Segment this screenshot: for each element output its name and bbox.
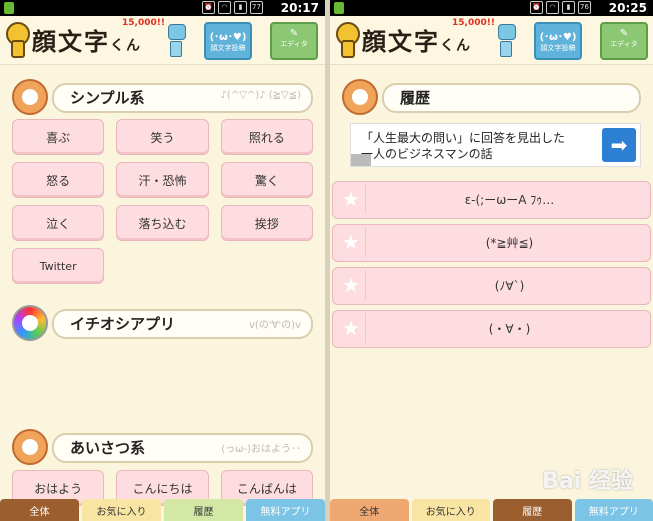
smile-icon	[12, 79, 48, 115]
signal-icon: ▮	[562, 1, 575, 14]
star-icon[interactable]: ★	[337, 184, 366, 214]
history-row[interactable]: ★ (*≧艸≦)	[332, 224, 651, 262]
left-screen: ⏰ ◠ ▮ 77 20:17 顔文字くん 15,000!! (･ω･♥) 顔文字投…	[0, 0, 325, 521]
category-button[interactable]: 泣く	[12, 205, 105, 241]
rainbow-icon	[12, 305, 48, 341]
app-notification-icon	[334, 2, 344, 14]
tab-favorites[interactable]: お気に入り	[411, 499, 490, 521]
section-recommended-apps: イチオシアプリ v(の'∀'の)v	[12, 303, 313, 343]
kaomoji-post-button[interactable]: (･ω･♥) 顔文字投稿	[534, 22, 582, 60]
arrow-right-icon[interactable]: ➡	[602, 128, 636, 162]
main-content: 履歴 「人生最大の問い」に回答を見出した 一人のビジネスマンの話 ➡ ★ ε-(…	[330, 65, 653, 521]
editor-button[interactable]: ✎ エディタ	[600, 22, 648, 60]
clock: 20:17	[280, 1, 319, 15]
star-icon[interactable]: ★	[337, 227, 366, 257]
section-history: 履歴	[342, 77, 641, 117]
robot-icon	[498, 24, 516, 57]
kaomoji-post-button[interactable]: (･ω･♥) 顔文字投稿	[204, 22, 252, 60]
status-icons: ⏰ ◠ ▮ 77	[202, 1, 263, 14]
tab-free-apps[interactable]: 無料アプリ	[574, 499, 653, 521]
tab-all[interactable]: 全体	[0, 499, 79, 521]
robot-icon	[168, 24, 186, 57]
section-greetings: あいさつ系 (っω-)おはよう･･	[12, 427, 313, 467]
category-button[interactable]: 怒る	[12, 162, 105, 198]
main-content: シンプル系 ♪(^▽^)♪ (≧▽≦) 喜ぶ 笑う 照れる 怒る 汗・恐怖 驚く…	[0, 65, 325, 521]
mascot-icon	[6, 22, 30, 58]
history-row[interactable]: ★ (・∀・)	[332, 310, 651, 348]
app-header: 顔文字くん 15,000!! (･ω･♥) 顔文字投稿 ✎ エディタ	[0, 16, 325, 65]
ad-banner[interactable]: 「人生最大の問い」に回答を見出した 一人のビジネスマンの話 ➡	[350, 123, 641, 167]
tab-favorites[interactable]: お気に入り	[82, 499, 161, 521]
category-button[interactable]: 笑う	[116, 119, 209, 155]
count-badge: 15,000!!	[122, 18, 165, 28]
category-button[interactable]: 落ち込む	[116, 205, 209, 241]
signal-icon: ▮	[234, 1, 247, 14]
history-row[interactable]: ★ (ﾉ∀`)	[332, 267, 651, 305]
simple-button-grid: 喜ぶ 笑う 照れる 怒る 汗・恐怖 驚く 泣く 落ち込む 挨拶 Twitter	[12, 119, 313, 284]
status-bar: ⏰ ◠ ▮ 76 20:25	[330, 0, 653, 16]
mascot-icon	[336, 22, 360, 58]
category-button[interactable]: 照れる	[220, 119, 313, 155]
status-bar: ⏰ ◠ ▮ 77 20:17	[0, 0, 325, 16]
section-simple: シンプル系 ♪(^▽^)♪ (≧▽≦)	[12, 77, 313, 117]
star-icon[interactable]: ★	[337, 270, 366, 300]
wifi-icon: ◠	[546, 1, 559, 14]
app-header: 顔文字くん 15,000!! (･ω･♥) 顔文字投稿 ✎ エディタ	[330, 16, 653, 65]
smile-icon	[12, 429, 48, 465]
alarm-icon: ⏰	[202, 1, 215, 14]
category-button[interactable]: 汗・恐怖	[116, 162, 209, 198]
bottom-tab-bar: 全体 お気に入り 履歴 無料アプリ	[0, 499, 325, 521]
editor-button[interactable]: ✎ エディタ	[270, 22, 318, 60]
alarm-icon: ⏰	[530, 1, 543, 14]
bottom-tab-bar: 全体 お気に入り 履歴 無料アプリ	[330, 499, 653, 521]
app-notification-icon	[4, 2, 14, 14]
status-icons: ⏰ ◠ ▮ 76	[530, 1, 591, 14]
count-badge: 15,000!!	[452, 18, 495, 28]
category-button[interactable]: 喜ぶ	[12, 119, 105, 155]
category-button[interactable]: 驚く	[220, 162, 313, 198]
pencil-icon: ✎	[289, 28, 299, 39]
wifi-icon: ◠	[218, 1, 231, 14]
tab-history[interactable]: 履歴	[493, 499, 572, 521]
star-icon[interactable]: ★	[337, 313, 366, 343]
battery-icon: 77	[250, 1, 263, 14]
tab-free-apps[interactable]: 無料アプリ	[246, 499, 325, 521]
smile-icon	[342, 79, 378, 115]
category-button[interactable]: 挨拶	[220, 205, 313, 241]
twitter-button[interactable]: Twitter	[12, 248, 105, 284]
right-screen: ⏰ ◠ ▮ 76 20:25 顔文字くん 15,000!! (･ω･♥) 顔文字投…	[330, 0, 653, 521]
history-row[interactable]: ★ ε-(;ーωーA ﾌｩ…	[332, 181, 651, 219]
tab-all[interactable]: 全体	[330, 499, 409, 521]
battery-icon: 76	[578, 1, 591, 14]
clock: 20:25	[608, 1, 647, 15]
tab-history[interactable]: 履歴	[164, 499, 243, 521]
pencil-icon: ✎	[619, 28, 629, 39]
ad-text: 「人生最大の問い」に回答を見出した 一人のビジネスマンの話	[361, 131, 566, 161]
ad-icon	[351, 154, 371, 166]
watermark: Bai 经验	[542, 469, 633, 494]
